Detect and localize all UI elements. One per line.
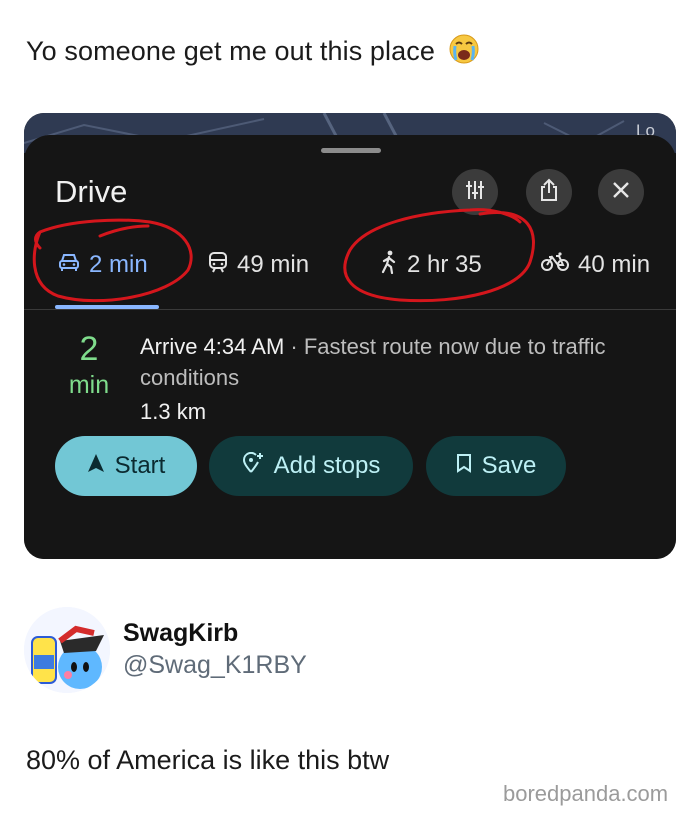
display-name[interactable]: SwagKirb (123, 619, 238, 648)
red-annotation-circles (32, 208, 535, 303)
annotation-circle-walk (343, 208, 535, 303)
reply-text: 80% of America is like this btw (26, 745, 390, 775)
avatar[interactable] (24, 607, 110, 693)
watermark: boredpanda.com (503, 781, 669, 806)
username[interactable]: @Swag_K1RBY (123, 651, 307, 680)
